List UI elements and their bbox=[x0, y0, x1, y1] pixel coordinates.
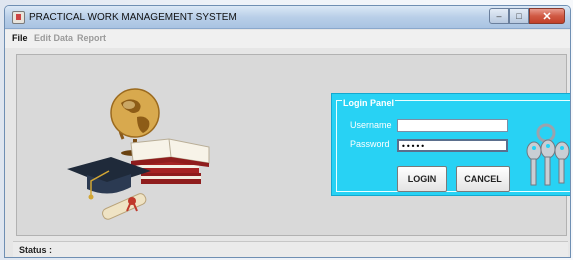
main-content-panel: Login Panel Username Password ••••• LOGI… bbox=[16, 54, 570, 236]
status-label: Status : bbox=[19, 245, 53, 255]
password-input[interactable]: ••••• bbox=[397, 139, 508, 152]
key-blade-middle bbox=[544, 156, 551, 186]
title-bar[interactable]: PRACTICAL WORK MANAGEMENT SYSTEM ‒ □ ✕ bbox=[5, 6, 570, 29]
password-label: Password bbox=[350, 139, 390, 149]
key-ring bbox=[536, 123, 556, 143]
key-head-left bbox=[526, 141, 542, 161]
window-title: PRACTICAL WORK MANAGEMENT SYSTEM bbox=[29, 12, 237, 23]
app-icon[interactable] bbox=[12, 11, 25, 24]
key-hole-middle bbox=[546, 144, 550, 148]
app-window: PRACTICAL WORK MANAGEMENT SYSTEM ‒ □ ✕ F… bbox=[4, 5, 571, 258]
diploma-scroll bbox=[102, 193, 147, 220]
status-bar: Status : bbox=[13, 241, 568, 257]
login-button[interactable]: LOGIN bbox=[397, 166, 447, 192]
keys-icon bbox=[526, 123, 570, 186]
menu-file[interactable]: File bbox=[12, 33, 28, 43]
close-button[interactable]: ✕ bbox=[529, 8, 565, 24]
login-panel-frame: Login Panel Username Password ••••• LOGI… bbox=[336, 98, 570, 192]
minimize-button[interactable]: ‒ bbox=[489, 8, 509, 24]
book-bottom-pages bbox=[141, 176, 201, 179]
key-head-middle bbox=[540, 139, 556, 159]
key-blade-right bbox=[558, 158, 565, 184]
globe bbox=[110, 88, 160, 138]
menu-bar: File Edit Data Report bbox=[5, 30, 570, 48]
username-input[interactable] bbox=[397, 119, 508, 132]
key-head-right bbox=[554, 141, 570, 161]
menu-report[interactable]: Report bbox=[77, 33, 106, 43]
key-hole-right bbox=[560, 146, 564, 150]
window-controls: ‒ □ ✕ bbox=[489, 8, 565, 25]
menu-edit-data[interactable]: Edit Data bbox=[34, 33, 73, 43]
key-blade-left bbox=[530, 158, 537, 186]
book-middle-pages bbox=[137, 165, 199, 168]
username-label: Username bbox=[350, 120, 392, 130]
cancel-button[interactable]: CANCEL bbox=[456, 166, 510, 192]
graduation-cap-tassel-end bbox=[88, 194, 94, 200]
globe-highlight bbox=[123, 101, 135, 109]
login-panel: Login Panel Username Password ••••• LOGI… bbox=[331, 93, 570, 196]
education-illustration bbox=[67, 88, 210, 220]
maximize-button[interactable]: □ bbox=[509, 8, 529, 24]
login-panel-title: Login Panel bbox=[342, 98, 396, 108]
key-hole-left bbox=[532, 146, 536, 150]
